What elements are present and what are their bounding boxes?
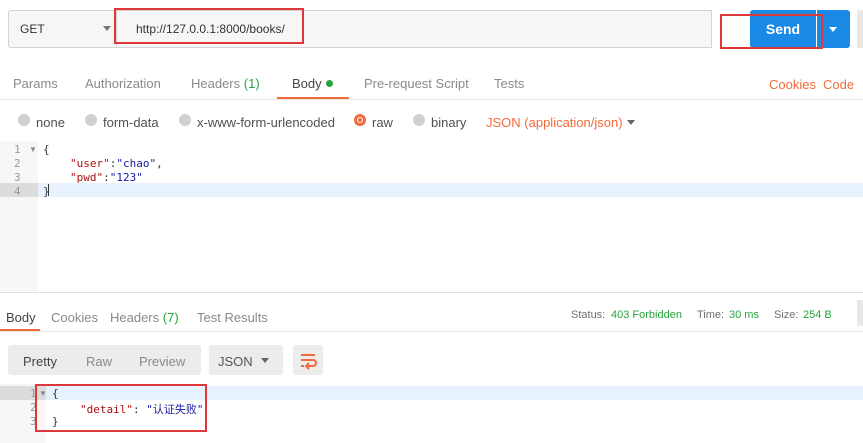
time-label: Time:	[697, 309, 725, 321]
radio-raw[interactable]	[354, 114, 366, 126]
line-number: 2	[14, 157, 21, 170]
code-line-pwd: "pwd":"123"	[70, 171, 143, 184]
tabs-divider	[0, 99, 863, 100]
tab-headers-count: (1)	[243, 76, 260, 91]
chevron-down-icon	[829, 27, 837, 32]
radio-urlencoded-label[interactable]: x-www-form-urlencoded	[197, 115, 335, 130]
code-link[interactable]: Code	[823, 77, 854, 92]
tab-params[interactable]: Params	[13, 76, 58, 91]
method-label: GET	[20, 22, 45, 36]
json-value: "chao"	[116, 157, 157, 170]
size-value[interactable]: 254 B	[803, 309, 832, 321]
size-label: Size:	[774, 309, 799, 321]
radio-none-label[interactable]: none	[36, 115, 65, 130]
radio-urlencoded[interactable]	[179, 114, 191, 126]
response-tab-headers-label: Headers	[110, 310, 160, 325]
line-number: 1	[14, 143, 21, 156]
tab-prerequest-script[interactable]: Pre-request Script	[364, 76, 469, 91]
radio-binary[interactable]	[413, 114, 425, 126]
radio-form-data-label[interactable]: form-data	[103, 115, 159, 130]
view-preview-button[interactable]: Preview	[139, 354, 185, 369]
save-button-edge[interactable]	[857, 10, 863, 48]
line-number: 3	[14, 171, 21, 184]
fold-arrow-icon[interactable]: ▼	[29, 145, 37, 154]
tab-authorization[interactable]: Authorization	[85, 76, 161, 91]
wrap-lines-icon	[301, 354, 317, 370]
response-tab-cookies[interactable]: Cookies	[51, 310, 98, 325]
body-indicator-dot	[326, 80, 333, 87]
tab-tests[interactable]: Tests	[494, 76, 524, 91]
response-annotation-box	[35, 384, 207, 432]
chevron-down-icon	[103, 26, 111, 31]
radio-none[interactable]	[18, 114, 30, 126]
send-annotation-box	[720, 14, 823, 49]
response-tab-headers-count: (7)	[162, 310, 179, 325]
radio-binary-label[interactable]: binary	[431, 115, 466, 130]
chevron-down-icon	[627, 120, 635, 125]
active-line-highlight	[0, 183, 863, 197]
content-type-select[interactable]: JSON (application/json)	[486, 115, 623, 130]
status-value[interactable]: 403 Forbidden	[611, 309, 682, 321]
code-open-brace: {	[43, 143, 50, 156]
response-tab-headers[interactable]: Headers (7)	[110, 310, 179, 325]
json-value: "123"	[109, 171, 143, 184]
line-number: 4	[14, 185, 21, 198]
response-format-label: JSON	[218, 354, 253, 369]
chevron-down-icon	[261, 358, 269, 363]
view-pretty-button[interactable]: Pretty	[23, 354, 57, 369]
url-annotation-box	[114, 8, 304, 44]
response-tab-body[interactable]: Body	[6, 310, 36, 325]
radio-raw-label[interactable]: raw	[372, 115, 393, 130]
status-label: Status:	[571, 309, 606, 321]
tab-headers-label: Headers	[191, 76, 241, 91]
response-tabs-divider	[0, 331, 863, 332]
response-options-edge[interactable]	[857, 300, 863, 326]
view-raw-button[interactable]: Raw	[86, 354, 112, 369]
wrap-line-button[interactable]	[293, 345, 323, 375]
time-value[interactable]: 30 ms	[729, 309, 759, 321]
tab-headers[interactable]: Headers (1)	[191, 76, 260, 91]
section-divider[interactable]	[0, 292, 863, 293]
tab-body[interactable]: Body	[292, 76, 322, 91]
response-tab-test-results[interactable]: Test Results	[197, 310, 268, 325]
json-key: "user"	[70, 157, 110, 170]
cookies-link[interactable]: Cookies	[769, 77, 816, 92]
code-line-user: "user":"chao",	[70, 157, 163, 170]
text-cursor	[48, 184, 49, 196]
radio-form-data[interactable]	[85, 114, 97, 126]
json-key: "pwd"	[70, 171, 104, 184]
